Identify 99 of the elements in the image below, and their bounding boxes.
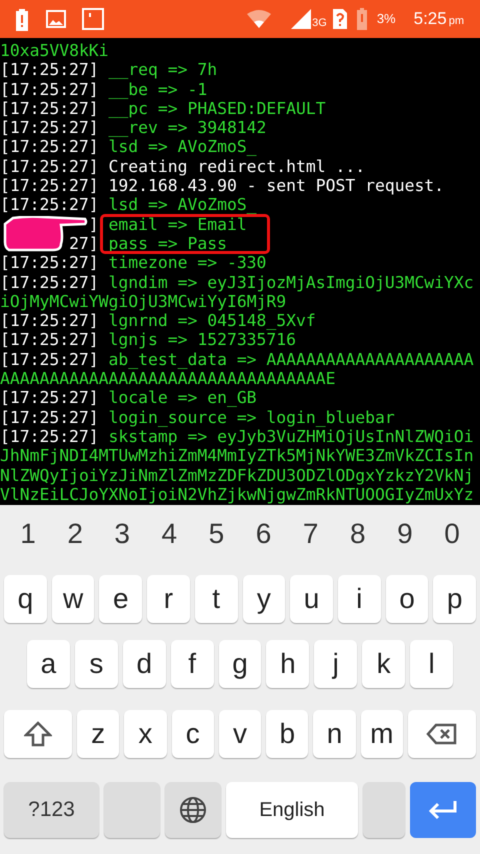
log-timestamp: [17:25:27] [0, 118, 99, 138]
digit-key[interactable]: 9 [382, 513, 427, 555]
log-text: locale => en_GB [108, 388, 257, 408]
digit-key[interactable]: 6 [242, 513, 286, 555]
letter-key[interactable]: t [194, 575, 238, 623]
log-text: NlZWQyIjoiYzJiNmZlZmMzZDFkZDU3ODZlODgxYzkzY2VkNj [0, 466, 474, 485]
log-timestamp: [17:25:27] [0, 253, 99, 273]
log-timestamp: [17:25:27] [0, 137, 99, 157]
letter-key[interactable]: n [313, 710, 356, 758]
digit-key[interactable]: 5 [194, 513, 238, 555]
log-text: lgnrnd => 045148_5Xvf [108, 311, 316, 330]
log-timestamp: [17:25:27] [0, 80, 99, 99]
letter-key[interactable]: c [172, 710, 214, 758]
letter-key[interactable]: y [242, 575, 286, 623]
log-text: 10xa5VV8kKi [0, 41, 109, 60]
log-text: Creating redirect.html ... [108, 156, 366, 176]
letter-key[interactable]: a [27, 640, 70, 688]
backspace-key[interactable] [408, 710, 476, 758]
log-timestamp: [17:25:27] [0, 388, 99, 408]
log-text: VlNzEiLCJoYXNoIjoiN2VhZjkwNjgwZmRkNTUOOGIyZmUxYz [0, 484, 474, 504]
log-timestamp: [17:25:27] [0, 311, 99, 330]
clock-period: pm [448, 14, 464, 29]
letter-key[interactable]: w [52, 575, 94, 623]
language-key[interactable] [165, 782, 221, 838]
letter-key[interactable]: x [124, 710, 167, 758]
log-text: pass => Pass [108, 234, 227, 254]
letter-key[interactable]: q [4, 575, 47, 623]
clock-time: 5:25 [414, 8, 447, 30]
letter-key[interactable]: e [99, 575, 142, 623]
log-timestamp: [17:25:27] [0, 195, 99, 215]
space-bar[interactable]: English [226, 782, 358, 838]
digit-key[interactable]: 8 [336, 513, 380, 555]
letter-key[interactable]: i [338, 575, 381, 623]
digit-key[interactable]: 0 [430, 513, 474, 555]
letter-key[interactable]: j [314, 640, 358, 688]
log-text: timezone => -330 [108, 253, 266, 273]
letter-key[interactable]: s [74, 640, 118, 688]
battery-alert-icon [16, 7, 28, 31]
backspace-icon [426, 723, 458, 745]
wifi-icon [247, 10, 272, 28]
digit-key[interactable]: 3 [100, 513, 144, 555]
digit-key[interactable]: 4 [147, 513, 192, 555]
log-text: skstamp => eyJyb3VuZHMiOjUsInNlZWQiOi [108, 426, 474, 446]
log-text: 192.168.43.90 - sent POST request. [108, 176, 444, 196]
sim-unknown-icon [332, 9, 347, 29]
image-icon [46, 10, 66, 28]
enter-key[interactable] [410, 782, 476, 838]
log-timestamp: [17:25:27] [0, 330, 99, 350]
log-text: lsd => AVoZmoS_ [108, 137, 257, 157]
network-type-label: 3G [312, 16, 327, 31]
digit-key[interactable]: 1 [6, 513, 50, 555]
enter-icon [427, 799, 459, 821]
log-timestamp: [17:25:27] [0, 60, 99, 80]
log-timestamp: 27] [69, 234, 99, 254]
log-text: __be => -1 [108, 80, 208, 99]
battery-alert-icon [356, 8, 367, 30]
globe-icon [179, 796, 207, 824]
digit-key[interactable]: 7 [288, 513, 333, 555]
log-text: lsd => AVoZmoS_ [108, 195, 257, 215]
log-text: AAAAAAAAAAAAAAAAAAAAAAAAAAAAAAAAAE [0, 369, 336, 388]
log-timestamp: [17:25:27] [0, 176, 99, 196]
letter-key[interactable]: v [218, 710, 262, 758]
log-text: login_source => login_bluebar [108, 408, 395, 427]
letter-key[interactable]: u [290, 575, 333, 623]
log-timestamp: [17:25:27] [0, 426, 99, 446]
letter-key[interactable]: l [410, 640, 454, 688]
log-timestamp: [17:25:27] [0, 272, 99, 292]
letter-key[interactable]: o [386, 575, 428, 623]
shift-icon [24, 721, 52, 747]
letter-key[interactable]: d [122, 640, 166, 688]
symbols-key[interactable]: ?123 [4, 782, 99, 838]
letter-key[interactable]: z [77, 710, 120, 758]
log-text: lgnjs => 1527335716 [108, 330, 296, 350]
notification-square-icon [82, 8, 104, 30]
letter-key[interactable]: f [170, 640, 214, 688]
shift-key[interactable] [4, 710, 72, 758]
letter-key[interactable]: g [218, 640, 262, 688]
log-timestamp: ] [88, 214, 99, 234]
log-text: __rev => 3948142 [108, 118, 266, 138]
log-text: ab_test_data => AAAAAAAAAAAAAAAAAAAAA [108, 350, 474, 370]
signal-icon [291, 9, 312, 29]
letter-key[interactable]: p [433, 575, 476, 623]
log-text: __req => 7h [108, 60, 218, 80]
log-text: JhNmFjNDI4MTUwMzhiZmM4MmIyZTk5MjNkYWE3ZmVkZCIsIn [0, 446, 474, 466]
letter-key[interactable]: m [360, 710, 403, 758]
log-timestamp: [17:25:27] [0, 98, 99, 118]
log-text: iOjMyMCwiYWgiOjU3MCwiYyI6MjR9 [0, 292, 286, 312]
log-text: __pc => PHASED:DEFAULT [108, 98, 326, 118]
log-timestamp: [17:25:27] [0, 156, 99, 176]
log-timestamp: [17:25:27] [0, 408, 99, 427]
battery-percent: 3% [376, 10, 396, 28]
letter-key[interactable]: b [266, 710, 308, 758]
log-text: email => Email [108, 214, 247, 234]
log-text: lgndim => eyJ3IjozMjAsImgiOjU3MCwiYXc [108, 272, 474, 292]
log-timestamp: [17:25:27] [0, 350, 99, 370]
letter-key[interactable]: h [266, 640, 310, 688]
digit-key[interactable]: 2 [53, 513, 98, 555]
letter-key[interactable]: k [362, 640, 406, 688]
letter-key[interactable]: r [147, 575, 190, 623]
